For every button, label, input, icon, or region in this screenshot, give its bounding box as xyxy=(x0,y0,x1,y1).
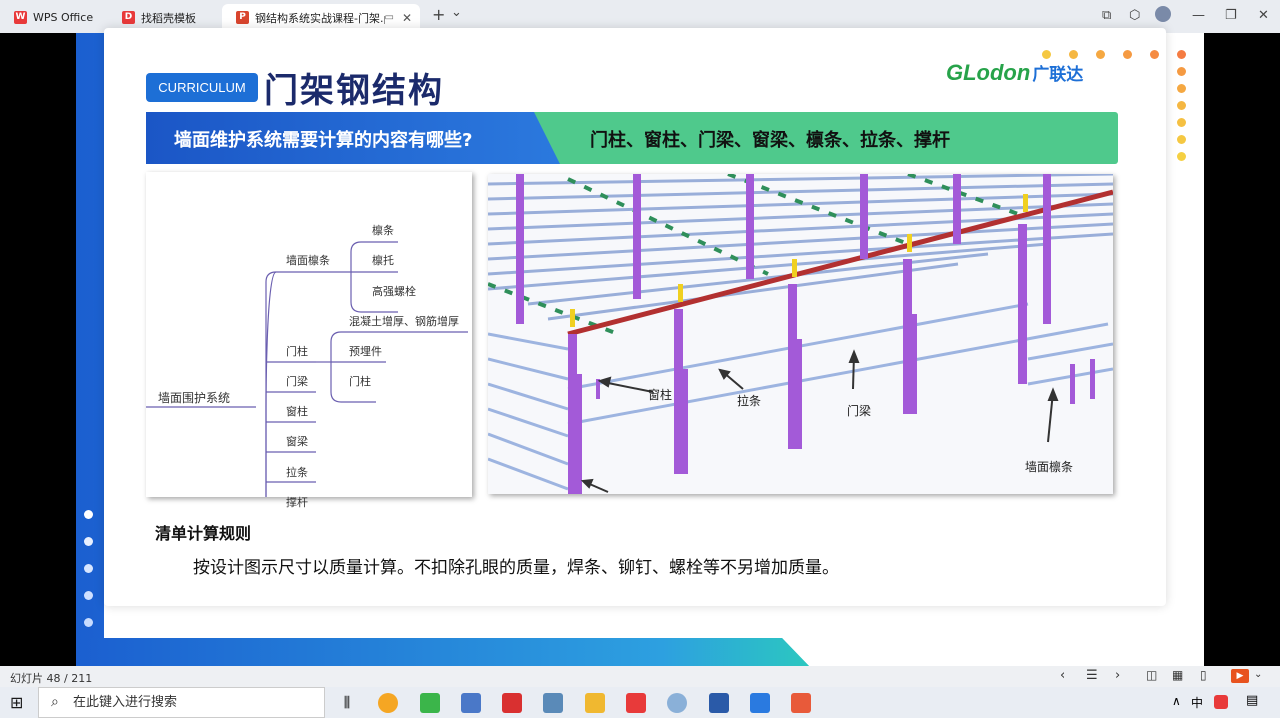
screen-icon[interactable]: ▭ xyxy=(385,12,394,23)
banner-question: 墙面维护系统需要计算的内容有哪些? xyxy=(174,130,473,151)
notification-icon[interactable]: ▤ xyxy=(1246,693,1258,708)
mind-map-leaf: 门柱 xyxy=(349,375,371,388)
app-cloud-icon[interactable] xyxy=(667,693,687,713)
app-active-icon[interactable] xyxy=(791,693,811,713)
search-placeholder: 在此键入进行搜索 xyxy=(73,695,178,710)
slide-counter: 幻灯片 48 / 211 xyxy=(10,672,93,685)
tab-label: WPS Office xyxy=(33,11,94,24)
mind-map-lines xyxy=(146,241,468,497)
prev-slide-icon[interactable]: ‹ xyxy=(1060,668,1065,683)
mind-map-root: 墙面围护系统 xyxy=(158,391,231,405)
curriculum-badge: CURRICULUM xyxy=(146,73,258,102)
minimize-icon[interactable]: — xyxy=(1192,8,1205,23)
mind-map-branch: 门梁 xyxy=(286,375,308,388)
window-mode-icon[interactable]: ⧉ xyxy=(1102,8,1111,23)
app-cube-icon[interactable] xyxy=(750,693,770,713)
mind-map-leaf: 檩托 xyxy=(372,254,394,267)
file-explorer-icon[interactable] xyxy=(585,693,605,713)
sorter-view-icon[interactable]: ▦ xyxy=(1172,668,1183,682)
steel-frame-drawing xyxy=(488,174,1113,494)
taskbar: ⊞ ⌕ 在此键入进行搜索 ⫼ ∧ 中 ▤ xyxy=(0,687,1280,718)
rule-text: 按设计图示尺寸以质量计算。不扣除孔眼的质量，焊条、铆钉、螺栓等不另增加质量。 xyxy=(193,558,839,578)
mind-map-branch: 窗梁 xyxy=(286,435,308,448)
app-red-icon[interactable] xyxy=(502,693,522,713)
mind-map-branch: 拉条 xyxy=(286,466,308,479)
new-tab-button[interactable]: + xyxy=(432,5,445,24)
mind-map-branch: 撑杆 xyxy=(286,496,308,509)
glodon-logo: GLodon 广联达 xyxy=(946,60,1084,85)
search-icon: ⌕ xyxy=(51,694,59,710)
mind-map-leaf: 混凝土增厚、钢筋增厚 xyxy=(349,315,459,328)
tab-menu-chevron-icon[interactable]: ⌄ xyxy=(451,5,462,20)
mind-map-branch: 窗柱 xyxy=(286,405,308,418)
play-menu-chevron-icon[interactable]: ⌄ xyxy=(1254,669,1262,680)
reading-view-icon[interactable]: ▯ xyxy=(1200,668,1207,682)
close-window-icon[interactable]: ✕ xyxy=(1258,8,1269,23)
mind-map-branch: 门柱 xyxy=(286,345,308,358)
docer-icon: D xyxy=(122,11,135,24)
avatar[interactable] xyxy=(1155,6,1171,22)
label-tie-bar: 拉条 xyxy=(737,394,762,408)
tray-chevron-icon[interactable]: ∧ xyxy=(1172,694,1181,708)
tab-label: 找稻壳模板 xyxy=(141,11,196,25)
app-green-icon[interactable] xyxy=(420,693,440,713)
box-icon[interactable]: ⬡ xyxy=(1129,8,1140,23)
normal-view-icon[interactable]: ◫ xyxy=(1146,668,1157,682)
app-search-icon[interactable] xyxy=(378,693,398,713)
windows-start-icon[interactable]: ⊞ xyxy=(10,693,23,712)
steel-frame-model-image: 窗柱 拉条 门梁 墙面檩条 xyxy=(488,174,1113,494)
banner-answer: 门柱、窗柱、门梁、窗梁、檩条、拉条、撑杆 xyxy=(590,130,950,151)
task-view-icon[interactable]: ⫼ xyxy=(337,693,357,713)
mind-map-leaf: 檩条 xyxy=(372,224,394,237)
next-slide-icon[interactable]: › xyxy=(1115,668,1120,683)
ime-indicator[interactable]: 中 xyxy=(1191,694,1203,711)
tab-docer[interactable]: D 找稻壳模板 xyxy=(108,4,220,31)
status-bar: 幻灯片 48 / 211 ‹ ☰ › ◫ ▦ ▯ ▶ ⌄ xyxy=(0,666,1280,687)
tab-label: 钢结构系统实战课程-门架.ppt xyxy=(255,11,385,25)
mind-map: 墙面围护系统 墙面檩条 檩条 檩托 高强螺栓 门柱 混凝土增厚、钢筋增厚 预埋件… xyxy=(146,172,472,509)
wps-taskbar-icon[interactable] xyxy=(626,693,646,713)
wps-tray-icon[interactable] xyxy=(1214,695,1228,709)
label-wall-purlin: 墙面檩条 xyxy=(1025,460,1074,474)
app-blue-icon[interactable] xyxy=(709,693,729,713)
mind-map-leaf: 预埋件 xyxy=(349,345,382,358)
ppt-icon: P xyxy=(236,11,249,24)
play-icon[interactable]: ▶ xyxy=(1231,669,1249,683)
mind-map-branch: 墙面檩条 xyxy=(286,254,330,267)
list-icon[interactable]: ☰ xyxy=(1086,668,1098,683)
tab-wps-office[interactable]: W WPS Office xyxy=(0,4,106,31)
question-banner: 墙面维护系统需要计算的内容有哪些? 门柱、窗柱、门梁、窗梁、檩条、拉条、撑杆 xyxy=(146,112,1118,164)
app-tool-icon[interactable] xyxy=(543,693,563,713)
slide-title: 门架钢结构 xyxy=(264,71,444,111)
wps-icon: W xyxy=(14,11,27,24)
mind-map-leaf: 高强螺栓 xyxy=(372,285,416,298)
rule-heading: 清单计算规则 xyxy=(155,524,252,543)
restore-icon[interactable]: ❐ xyxy=(1225,8,1237,23)
tab-ppt-document[interactable]: P 钢结构系统实战课程-门架.ppt ▭ ✕ xyxy=(222,4,420,31)
taskbar-search-input[interactable]: ⌕ 在此键入进行搜索 xyxy=(38,687,325,718)
label-window-column: 窗柱 xyxy=(648,388,673,402)
app-document-icon[interactable] xyxy=(461,693,481,713)
label-door-beam: 门梁 xyxy=(847,404,872,418)
close-tab-icon[interactable]: ✕ xyxy=(402,11,412,25)
